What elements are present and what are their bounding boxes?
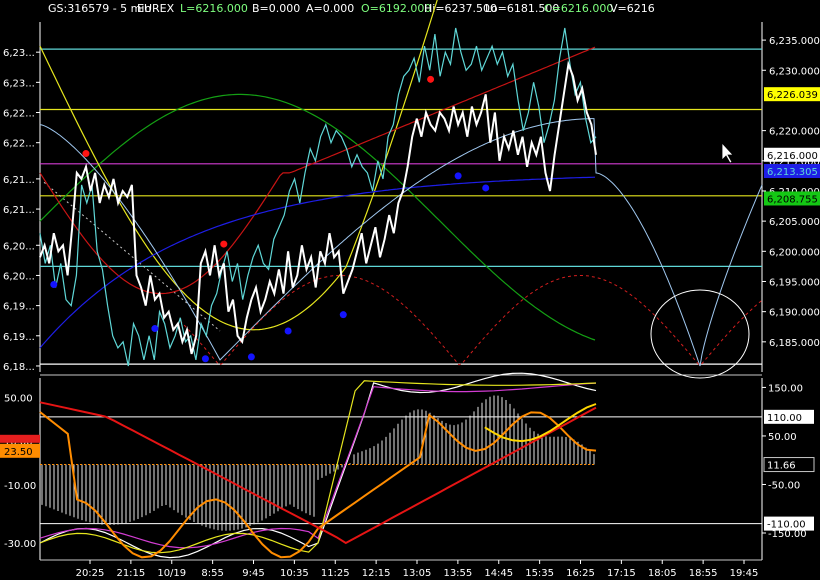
left-price-axis: 6,23... 6,23... 6,22... 6,22... 6,21... 6,21.… [3,48,40,373]
time-tick-label: 14:45 [484,568,513,579]
indicator-tag-label: -110.00 [767,520,806,531]
sell-signal-dot [220,240,228,248]
left-price-tick-label: 6,20... [3,271,35,282]
indicator-left-tag-box [0,434,40,443]
bid-label: B=0.000 [252,2,300,15]
indicator-orange-line [39,411,597,559]
left-price-tick-label: 6,20... [3,241,35,252]
indicator-left-tick-label: -30.00 [4,539,36,550]
price-tag-label: 6,213.305 [767,167,818,178]
indicator-panel[interactable] [39,372,597,559]
left-price-tick-label: 6,22... [3,109,35,120]
right-price-tick-label: 6,200.000 [769,247,820,258]
chart-header: GS:316579 - 5 min EUREX L=6216.000 B=0.0… [48,2,655,15]
close-label: C=6216.000 [544,2,613,15]
left-price-tick-label: 6,22... [3,139,35,150]
time-tick-label: 9:45 [242,568,264,579]
buy-signal-dot [151,325,159,333]
buy-signal-dot [201,355,209,363]
left-price-tick-label: 6,19... [3,302,35,313]
green-moving-average [39,93,596,341]
symbol-label: GS:316579 - 5 min [48,2,151,15]
sell-signal-dot [427,75,435,83]
indicator-right-tick-label: -50.00 [768,480,800,491]
volume-label: V=6216 [610,2,655,15]
right-price-tick-label: 6,220.000 [769,127,820,138]
right-price-tick-label: 6,235.000 [769,36,820,47]
time-tick-label: 18:05 [648,568,677,579]
time-tick-label: 10:35 [280,568,309,579]
right-price-tick-label: 6,195.000 [769,277,820,288]
left-price-tick-label: 6,23... [3,78,35,89]
red-moving-average [39,46,596,295]
time-tick-label: 17:15 [607,568,636,579]
left-price-tick-label: 6,23... [3,48,35,59]
indicator-right-tick-label: 50.00 [768,432,797,443]
cycle-curve [39,118,763,367]
right-price-tick-label: 6,230.000 [769,66,820,77]
time-axis: 20:25 21:15 10/19 8:55 9:45 10:35 11:25 12:15 13… [76,560,759,579]
time-tick-label: 21:15 [116,568,145,579]
buy-signal-dot [482,184,490,192]
left-price-tick-label: 6,21... [3,175,35,186]
time-tick-label: 10/19 [157,568,186,579]
buy-signal-dot [339,311,347,319]
exchange-label: EUREX [137,2,175,15]
buy-signal-dot [247,353,255,361]
left-price-tick-label: 6,21... [3,205,35,216]
right-price-tick-label: 6,205.000 [769,217,820,228]
left-price-tick-label: 6,19... [3,332,35,343]
time-tick-label: 13:55 [443,568,472,579]
time-tick-label: 19:45 [730,568,759,579]
price-tag-label: 6,216.000 [767,151,818,162]
time-tick-label: 18:55 [689,568,718,579]
indicator-tag-label: 11.66 [767,461,796,472]
last-price-label: L=6216.000 [180,2,248,15]
price-panel[interactable] [39,0,763,379]
indicator-right-tick-label: 150.00 [768,383,803,394]
price-tag-label: 6,226.039 [767,90,818,101]
price-tag-label: 6,208.755 [767,194,818,205]
indicator-left-tag-label: 23.50 [4,447,33,458]
buy-signal-dot [284,327,292,335]
time-tick-label: 13:05 [403,568,432,579]
signal-markers [50,75,490,363]
left-price-tick-label: 6,18... [3,362,35,373]
cyan-price-envelope [39,27,597,367]
time-tick-label: 12:15 [362,568,391,579]
indicator-left-tick-label: 50.00 [4,393,33,404]
time-tick-label: 15:35 [525,568,554,579]
time-tick-label: 8:55 [201,568,223,579]
indicator-tag-label: 110.00 [767,413,802,424]
trading-chart[interactable]: GS:316579 - 5 min EUREX L=6216.000 B=0.0… [0,0,820,580]
open-label: O=6192.000 [361,2,431,15]
mouse-cursor-icon [721,141,734,164]
indicator-left-tick-label: -10.00 [4,481,36,492]
buy-signal-dot [50,281,58,288]
indicator-right-tick-label: -150.00 [768,529,807,540]
indicator-left-axis: 50.0010.00-10.00-30.00 [4,393,36,550]
indicator-histogram [40,395,596,531]
ask-label: A=0.000 [306,2,354,15]
blue-moving-average [39,176,596,349]
right-price-tick-label: 6,185.000 [769,338,820,349]
right-price-tick-label: 6,190.000 [769,308,820,319]
time-tick-label: 16:25 [566,568,595,579]
time-tick-label: 20:25 [76,568,105,579]
time-tick-label: 11:25 [321,568,350,579]
buy-signal-dot [454,172,462,180]
sell-signal-dot [82,150,90,158]
